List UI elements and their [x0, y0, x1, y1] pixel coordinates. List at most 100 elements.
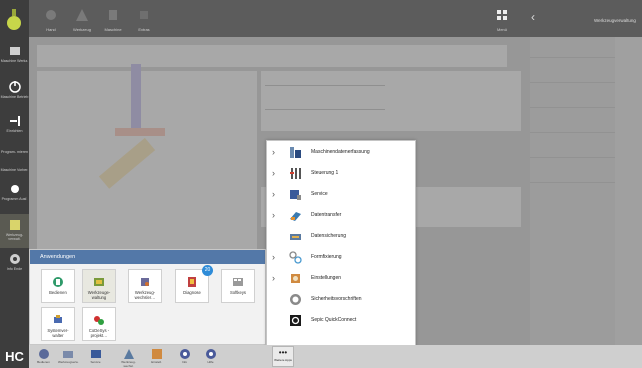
top-bar: Hand Werkzeug Maschine Extras Menü ‹ Wer…	[29, 0, 642, 37]
bottom-label: Info	[181, 360, 187, 364]
divider	[530, 107, 615, 108]
app-tile-codesys[interactable]: CoDeSys - projekt…	[82, 307, 116, 341]
settings-icon	[9, 254, 20, 264]
divider	[530, 132, 615, 133]
menu-item-einstellungen[interactable]: › Einstellungen	[267, 269, 417, 288]
service-icon	[290, 190, 301, 200]
bottom-service[interactable]: Service	[86, 347, 105, 367]
app-tile-label: CoDeSys - projekt…	[88, 328, 110, 338]
notification-badge: 20	[202, 265, 213, 276]
machine-logo-icon[interactable]	[6, 8, 22, 32]
menu-item-label: Datensicherung	[311, 233, 347, 239]
z-axis-graphic	[131, 64, 141, 134]
tool-icon	[109, 10, 117, 20]
chevron-right-icon: ›	[272, 147, 275, 157]
menu-item-datentransfer[interactable]: › Datentransfer	[267, 206, 417, 225]
menu-item-datensicherung[interactable]: Datensicherung	[267, 227, 417, 246]
app-tile-werkzeugwechsler[interactable]: Werkzeug- wechsler…	[128, 269, 162, 303]
view-panel	[37, 71, 257, 251]
menu-item-service[interactable]: › Service	[267, 185, 417, 204]
hc-logo: HC	[0, 345, 29, 368]
nav-step[interactable]: Einrichten	[0, 110, 29, 144]
topbar-label: Menü	[496, 27, 507, 32]
bottom-bar: Bedienen Werkzeugverw. Service Werkzeug-…	[29, 345, 642, 368]
topbar-maschine[interactable]: Maschine	[104, 8, 122, 32]
right-strip	[615, 37, 642, 345]
nav-power[interactable]: Maschine Betrieb	[0, 76, 29, 110]
chevron-right-icon: ›	[272, 210, 275, 220]
help-icon	[205, 349, 216, 359]
topbar-extras[interactable]: Extras	[135, 8, 153, 32]
page-title: Werkzeugverwaltung	[594, 18, 636, 23]
bottom-bedienen[interactable]: Bedienen	[34, 347, 53, 367]
bottom-label: Werkzeugverw.	[58, 360, 79, 364]
menu-item-label: Service	[311, 191, 328, 197]
macro-icon	[9, 47, 20, 55]
werkzeug-icon	[94, 278, 104, 286]
app-tile-werkzeugverwaltung[interactable]: Werkzeuge- waltung	[82, 269, 116, 303]
x-axis-graphic	[115, 128, 165, 136]
record-icon	[10, 185, 19, 193]
nav-label: Werkzeug- verwalt.	[5, 233, 24, 241]
nav-record[interactable]: Programm Ausf.	[0, 178, 29, 212]
settings-icon	[291, 274, 300, 283]
menu-button[interactable]: Menü	[493, 8, 511, 32]
nav-label: Programm Ausf.	[1, 197, 28, 201]
bottom-label: Hilfe	[207, 360, 214, 364]
steuerung-icon	[290, 168, 301, 179]
app-tile-label: Bedienen	[49, 290, 67, 295]
app-tile-systemverwalter[interactable]: Systemver- walter	[41, 307, 75, 341]
topbar-hand[interactable]: Hand	[42, 8, 60, 32]
app-tile-softkeys[interactable]: Softkeys	[221, 269, 255, 303]
right-panel	[530, 37, 615, 345]
nav-label: Maschine Werkz.	[0, 59, 29, 63]
wechsler-icon	[123, 349, 134, 359]
chevron-right-icon: ›	[272, 273, 275, 283]
menu-item-mde[interactable]: › Maschinendatenerfassung	[267, 143, 417, 162]
more-apps-button[interactable]: ••• Weitere Apps	[272, 346, 294, 367]
chevron-right-icon: ›	[272, 252, 275, 262]
bottom-einstell[interactable]: Einstell.	[147, 347, 166, 367]
nav-macro[interactable]: Maschine Werkz.	[0, 40, 29, 74]
divider	[530, 182, 615, 183]
app-tile-bedienen[interactable]: Bedienen	[41, 269, 75, 303]
app-tile-label: Werkzeuge- waltung	[87, 290, 111, 300]
menu-item-sicherheit[interactable]: Sicherheitsvorschriften	[267, 290, 417, 309]
divider	[530, 82, 615, 83]
bottom-werkzeugverw[interactable]: Werkzeugverw.	[58, 347, 79, 367]
info-icon	[179, 349, 190, 359]
app-tile-label: Diagnose	[183, 290, 201, 295]
nav-label: Program- mieren	[1, 150, 28, 154]
app-tile-diagnose[interactable]: Diagnose 20	[175, 265, 213, 303]
topbar-werkzeug[interactable]: Werkzeug	[73, 8, 91, 32]
transfer-icon	[290, 212, 301, 221]
apps-panel: Anwendungen Bedienen Werkzeuge- waltung …	[29, 249, 266, 345]
menu-item-formfixierung[interactable]: › Formfixierung	[267, 248, 417, 267]
wechsler-icon	[141, 278, 149, 286]
mde-icon	[290, 147, 301, 158]
app-menu: › Maschinendatenerfassung › Steuerung 1 …	[266, 140, 416, 368]
nav-settings[interactable]: Info Ende	[0, 248, 29, 282]
app-tile-label: Softkeys	[229, 290, 247, 295]
chevron-left-icon: ‹	[531, 10, 535, 24]
menu-item-label: Datentransfer	[311, 212, 342, 218]
nav-grid[interactable]: Werkzeug- verwalt.	[0, 214, 29, 248]
menu-item-steuerung[interactable]: › Steuerung 1	[267, 164, 417, 183]
bottom-wechsler[interactable]: Werkzeug-wechsl.	[119, 347, 138, 368]
divider	[265, 85, 385, 86]
menu-item-quickconnect[interactable]: Sepic QuickConnect	[267, 311, 417, 330]
hand-icon	[46, 10, 56, 20]
bottom-info[interactable]: Info	[175, 347, 194, 367]
bedienen-icon	[53, 277, 63, 287]
menu-item-label: Einstellungen	[311, 275, 342, 281]
menu-item-label: Sicherheitsvorschriften	[311, 296, 362, 302]
nav-label: Maschine Vorber.	[0, 168, 29, 172]
back-button[interactable]: ‹	[524, 8, 542, 32]
topbar-label: Hand	[46, 27, 56, 32]
grid-menu-icon	[497, 10, 507, 20]
chevron-right-icon: ›	[272, 168, 275, 178]
quickconnect-icon	[290, 315, 301, 326]
app-tile-label: Werkzeug- wechsler…	[134, 290, 156, 300]
softkeys-icon	[233, 278, 243, 286]
bottom-hilfe[interactable]: Hilfe	[201, 347, 220, 367]
